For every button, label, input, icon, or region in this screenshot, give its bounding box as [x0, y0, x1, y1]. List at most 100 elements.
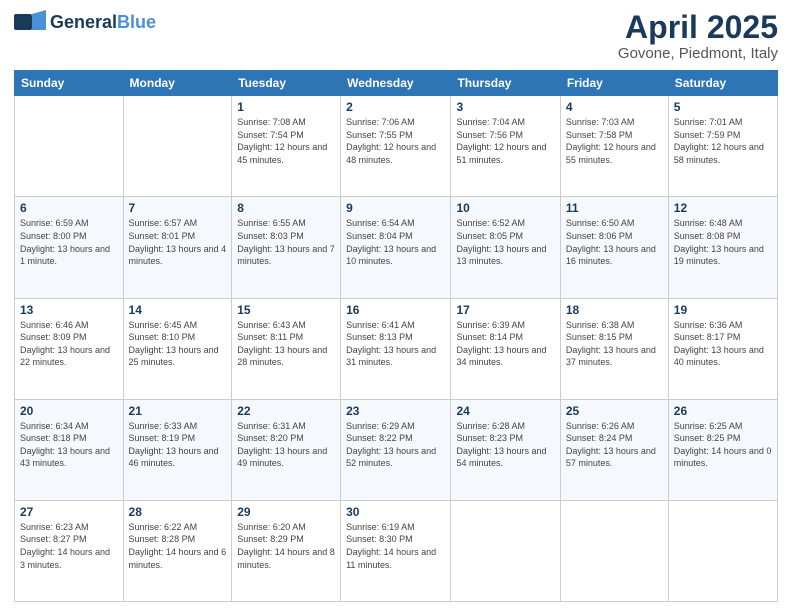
day-info: Sunrise: 6:34 AMSunset: 8:18 PMDaylight:… [20, 420, 118, 470]
day-info: Sunrise: 6:46 AMSunset: 8:09 PMDaylight:… [20, 319, 118, 369]
day-info: Sunrise: 6:54 AMSunset: 8:04 PMDaylight:… [346, 217, 445, 267]
day-number: 4 [566, 100, 663, 114]
day-info: Sunrise: 6:50 AMSunset: 8:06 PMDaylight:… [566, 217, 663, 267]
day-info: Sunrise: 6:23 AMSunset: 8:27 PMDaylight:… [20, 521, 118, 571]
calendar-cell: 24 Sunrise: 6:28 AMSunset: 8:23 PMDayligh… [451, 399, 560, 500]
day-info: Sunrise: 6:26 AMSunset: 8:24 PMDaylight:… [566, 420, 663, 470]
day-number: 26 [674, 404, 772, 418]
calendar-cell: 30 Sunrise: 6:19 AMSunset: 8:30 PMDayligh… [341, 500, 451, 601]
calendar-cell: 6 Sunrise: 6:59 AMSunset: 8:00 PMDaylight… [15, 197, 124, 298]
day-info: Sunrise: 6:52 AMSunset: 8:05 PMDaylight:… [456, 217, 554, 267]
day-number: 3 [456, 100, 554, 114]
calendar-cell: 23 Sunrise: 6:29 AMSunset: 8:22 PMDayligh… [341, 399, 451, 500]
day-info: Sunrise: 6:38 AMSunset: 8:15 PMDaylight:… [566, 319, 663, 369]
day-info: Sunrise: 6:28 AMSunset: 8:23 PMDaylight:… [456, 420, 554, 470]
calendar-cell [451, 500, 560, 601]
day-number: 19 [674, 303, 772, 317]
day-header-saturday: Saturday [668, 71, 777, 96]
day-info: Sunrise: 6:29 AMSunset: 8:22 PMDaylight:… [346, 420, 445, 470]
calendar-cell: 19 Sunrise: 6:36 AMSunset: 8:17 PMDayligh… [668, 298, 777, 399]
day-number: 13 [20, 303, 118, 317]
calendar-cell: 29Sunrise: 6:20 AMSunset: 8:29 PMDayligh… [232, 500, 341, 601]
calendar-cell: 21 Sunrise: 6:33 AMSunset: 8:19 PMDayligh… [123, 399, 232, 500]
day-info: Sunrise: 6:36 AMSunset: 8:17 PMDaylight:… [674, 319, 772, 369]
day-number: 20 [20, 404, 118, 418]
day-info: Sunrise: 7:08 AMSunset: 7:54 PMDaylight:… [237, 116, 335, 166]
calendar-cell: 26 Sunrise: 6:25 AMSunset: 8:25 PMDayligh… [668, 399, 777, 500]
day-number: 16 [346, 303, 445, 317]
calendar-cell: 28 Sunrise: 6:22 AMSunset: 8:28 PMDayligh… [123, 500, 232, 601]
day-header-wednesday: Wednesday [341, 71, 451, 96]
title-block: April 2025 Govone, Piedmont, Italy [618, 10, 778, 62]
day-number: 8 [237, 201, 335, 215]
calendar-week-1: 1 Sunrise: 7:08 AMSunset: 7:54 PMDaylight… [15, 96, 778, 197]
calendar-cell: 2 Sunrise: 7:06 AMSunset: 7:55 PMDaylight… [341, 96, 451, 197]
day-number: 22 [237, 404, 335, 418]
day-number: 2 [346, 100, 445, 114]
calendar-cell: 11Sunrise: 6:50 AMSunset: 8:06 PMDayligh… [560, 197, 668, 298]
calendar-week-2: 6 Sunrise: 6:59 AMSunset: 8:00 PMDaylight… [15, 197, 778, 298]
day-header-friday: Friday [560, 71, 668, 96]
calendar-cell: 5Sunrise: 7:01 AMSunset: 7:59 PMDaylight… [668, 96, 777, 197]
day-info: Sunrise: 6:25 AMSunset: 8:25 PMDaylight:… [674, 420, 772, 470]
day-header-monday: Monday [123, 71, 232, 96]
day-info: Sunrise: 6:59 AMSunset: 8:00 PMDaylight:… [20, 217, 118, 267]
day-number: 28 [129, 505, 227, 519]
calendar-week-5: 27Sunrise: 6:23 AMSunset: 8:27 PMDayligh… [15, 500, 778, 601]
calendar-cell: 12 Sunrise: 6:48 AMSunset: 8:08 PMDayligh… [668, 197, 777, 298]
day-info: Sunrise: 7:04 AMSunset: 7:56 PMDaylight:… [456, 116, 554, 166]
calendar-week-4: 20 Sunrise: 6:34 AMSunset: 8:18 PMDayligh… [15, 399, 778, 500]
day-number: 12 [674, 201, 772, 215]
day-number: 6 [20, 201, 118, 215]
day-info: Sunrise: 6:48 AMSunset: 8:08 PMDaylight:… [674, 217, 772, 267]
day-header-tuesday: Tuesday [232, 71, 341, 96]
day-info: Sunrise: 6:31 AMSunset: 8:20 PMDaylight:… [237, 420, 335, 470]
day-header-thursday: Thursday [451, 71, 560, 96]
day-number: 15 [237, 303, 335, 317]
calendar-cell: 15 Sunrise: 6:43 AMSunset: 8:11 PMDayligh… [232, 298, 341, 399]
logo-icon [14, 10, 46, 34]
day-number: 17 [456, 303, 554, 317]
day-info: Sunrise: 6:22 AMSunset: 8:28 PMDaylight:… [129, 521, 227, 571]
calendar-cell: 18Sunrise: 6:38 AMSunset: 8:15 PMDayligh… [560, 298, 668, 399]
calendar-header-row: SundayMondayTuesdayWednesdayThursdayFrid… [15, 71, 778, 96]
calendar-cell: 27Sunrise: 6:23 AMSunset: 8:27 PMDayligh… [15, 500, 124, 601]
day-number: 1 [237, 100, 335, 114]
day-info: Sunrise: 6:41 AMSunset: 8:13 PMDaylight:… [346, 319, 445, 369]
day-number: 25 [566, 404, 663, 418]
logo-general: GeneralBlue [50, 13, 156, 31]
day-number: 30 [346, 505, 445, 519]
day-number: 24 [456, 404, 554, 418]
day-info: Sunrise: 7:06 AMSunset: 7:55 PMDaylight:… [346, 116, 445, 166]
calendar-cell: 8 Sunrise: 6:55 AMSunset: 8:03 PMDaylight… [232, 197, 341, 298]
calendar-cell: 14 Sunrise: 6:45 AMSunset: 8:10 PMDayligh… [123, 298, 232, 399]
calendar-cell: 4Sunrise: 7:03 AMSunset: 7:58 PMDaylight… [560, 96, 668, 197]
calendar-cell: 22 Sunrise: 6:31 AMSunset: 8:20 PMDayligh… [232, 399, 341, 500]
calendar-cell [560, 500, 668, 601]
day-info: Sunrise: 6:39 AMSunset: 8:14 PMDaylight:… [456, 319, 554, 369]
day-number: 9 [346, 201, 445, 215]
day-info: Sunrise: 6:33 AMSunset: 8:19 PMDaylight:… [129, 420, 227, 470]
day-number: 23 [346, 404, 445, 418]
day-info: Sunrise: 6:19 AMSunset: 8:30 PMDaylight:… [346, 521, 445, 571]
day-info: Sunrise: 6:43 AMSunset: 8:11 PMDaylight:… [237, 319, 335, 369]
day-number: 29 [237, 505, 335, 519]
day-header-sunday: Sunday [15, 71, 124, 96]
calendar-cell: 25 Sunrise: 6:26 AMSunset: 8:24 PMDayligh… [560, 399, 668, 500]
calendar-cell: 17 Sunrise: 6:39 AMSunset: 8:14 PMDayligh… [451, 298, 560, 399]
calendar-cell: 10 Sunrise: 6:52 AMSunset: 8:05 PMDayligh… [451, 197, 560, 298]
day-info: Sunrise: 6:55 AMSunset: 8:03 PMDaylight:… [237, 217, 335, 267]
calendar-cell: 20 Sunrise: 6:34 AMSunset: 8:18 PMDayligh… [15, 399, 124, 500]
page: GeneralBlue April 2025 Govone, Piedmont,… [0, 0, 792, 612]
day-info: Sunrise: 6:45 AMSunset: 8:10 PMDaylight:… [129, 319, 227, 369]
calendar-cell [668, 500, 777, 601]
day-info: Sunrise: 7:01 AMSunset: 7:59 PMDaylight:… [674, 116, 772, 166]
calendar-cell: 13 Sunrise: 6:46 AMSunset: 8:09 PMDayligh… [15, 298, 124, 399]
day-number: 10 [456, 201, 554, 215]
calendar-cell: 16 Sunrise: 6:41 AMSunset: 8:13 PMDayligh… [341, 298, 451, 399]
calendar-cell [123, 96, 232, 197]
day-number: 21 [129, 404, 227, 418]
calendar-cell: 1 Sunrise: 7:08 AMSunset: 7:54 PMDaylight… [232, 96, 341, 197]
calendar-cell: 9 Sunrise: 6:54 AMSunset: 8:04 PMDaylight… [341, 197, 451, 298]
day-number: 14 [129, 303, 227, 317]
